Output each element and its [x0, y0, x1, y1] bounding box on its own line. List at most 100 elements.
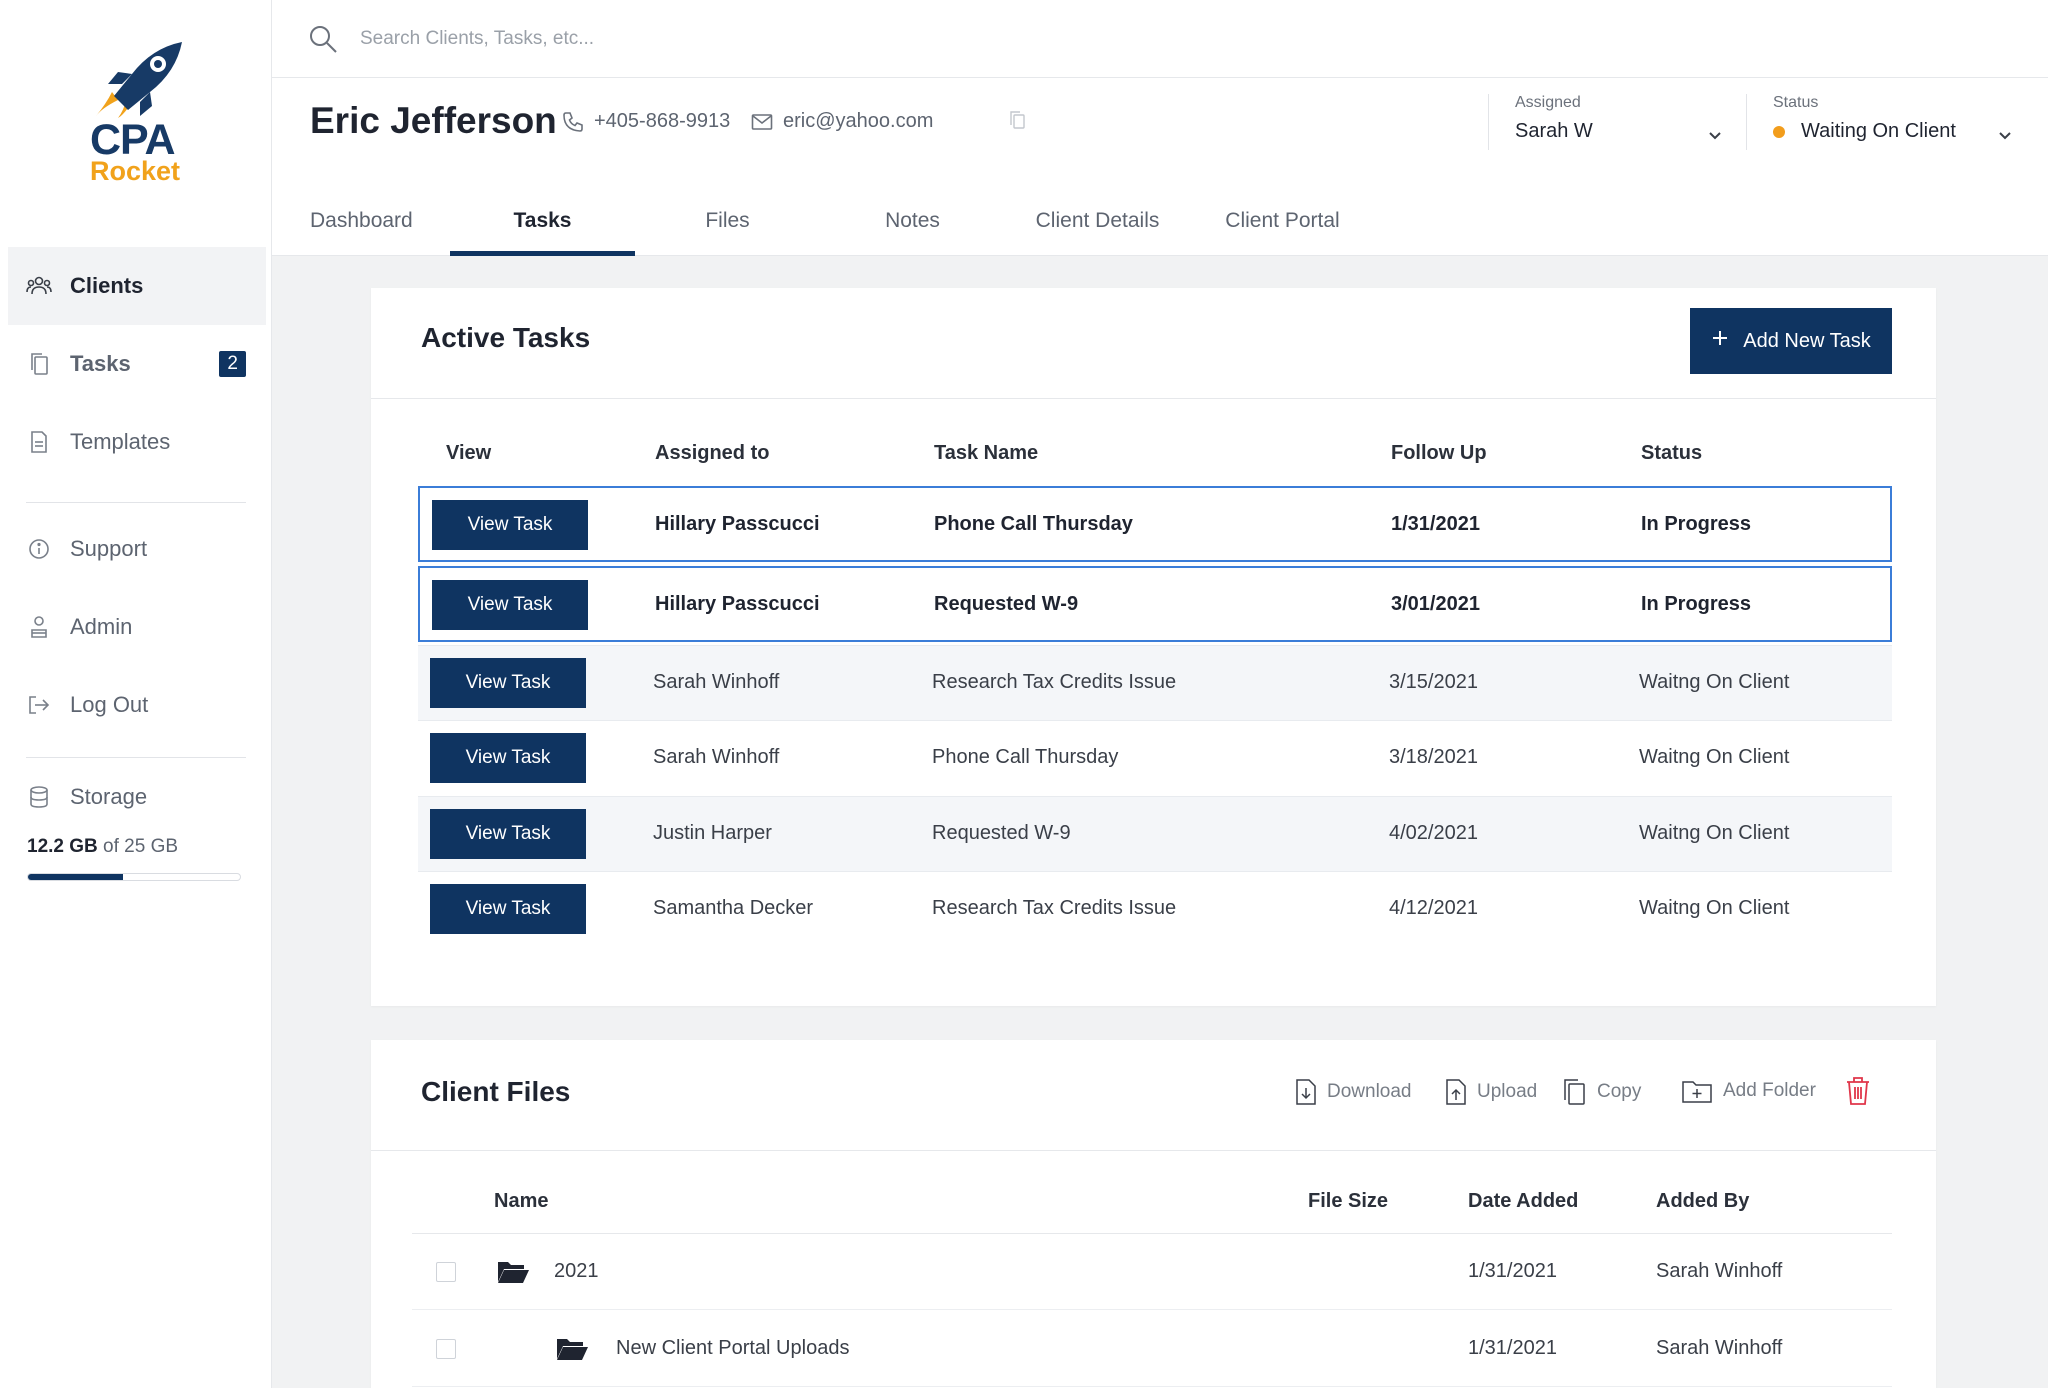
table-row[interactable]: View Task Justin Harper Requested W-9 4/… [418, 796, 1892, 872]
file-row[interactable]: 2021 1/31/2021 Sarah Winhoff [412, 1234, 1892, 1310]
email-icon [751, 113, 773, 131]
copy-button[interactable]: Copy [1561, 1078, 1641, 1106]
search-icon [308, 24, 338, 59]
row-checkbox[interactable] [436, 1339, 456, 1359]
chevron-down-icon [1708, 128, 1722, 146]
client-phone-text: +405-868-9913 [594, 110, 731, 132]
sidebar-item-storage[interactable]: Storage [8, 758, 266, 836]
tab-files[interactable]: Files [635, 196, 820, 256]
row-checkbox[interactable] [436, 1262, 456, 1282]
sidebar-divider [26, 502, 246, 503]
task-follow-up: 3/18/2021 [1389, 746, 1478, 768]
table-row[interactable]: View Task Hillary Passcucci Phone Call T… [418, 486, 1892, 562]
client-email-text: eric@yahoo.com [783, 110, 934, 132]
copy-icon[interactable] [1008, 110, 1026, 135]
rocket-icon [96, 42, 182, 118]
sidebar-item-label: Storage [70, 784, 148, 809]
sidebar-item-tasks[interactable]: Tasks 2 [8, 325, 266, 403]
column-header-view: View [446, 442, 492, 464]
folder-open-icon [555, 1337, 589, 1366]
upload-button[interactable]: Upload [1445, 1078, 1537, 1106]
cpa-rocket-logo[interactable]: CPA Rocket [84, 38, 184, 188]
view-task-button[interactable]: View Task [430, 733, 586, 783]
view-task-button[interactable]: View Task [430, 884, 586, 934]
sidebar-item-admin[interactable]: Admin [8, 588, 266, 666]
view-task-button[interactable]: View Task [430, 658, 586, 708]
sidebar-item-logout[interactable]: Log Out [8, 666, 266, 744]
file-date-added: 1/31/2021 [1468, 1260, 1557, 1282]
task-status: In Progress [1641, 513, 1752, 535]
storage-progress-bar [27, 873, 241, 881]
tab-client-details[interactable]: Client Details [1005, 196, 1190, 256]
tab-dashboard[interactable]: Dashboard [310, 196, 450, 256]
download-button[interactable]: Download [1295, 1078, 1412, 1106]
active-tasks-title: Active Tasks [421, 322, 591, 353]
table-row[interactable]: View Task Hillary Passcucci Requested W-… [418, 566, 1892, 642]
task-assigned: Hillary Passcucci [655, 513, 820, 535]
trash-icon[interactable] [1845, 1076, 1871, 1111]
template-icon [26, 429, 52, 455]
client-files-panel: Client Files Download Upload Copy Add Fo… [371, 1040, 1936, 1388]
task-status: Waitng On Client [1639, 897, 1790, 919]
phone-icon [562, 111, 584, 133]
task-name: Requested W-9 [934, 593, 1079, 615]
task-status: Waitng On Client [1639, 746, 1790, 768]
upload-label: Upload [1477, 1081, 1538, 1102]
storage-total: of 25 GB [103, 836, 179, 857]
status-dot [1773, 125, 1785, 138]
client-phone[interactable]: +405-868-9913 [562, 110, 730, 133]
task-assigned: Sarah Winhoff [653, 671, 780, 693]
column-header-date-added[interactable]: Date Added [1468, 1190, 1578, 1213]
tab-client-portal[interactable]: Client Portal [1190, 196, 1375, 256]
assigned-dropdown[interactable]: Assigned Sarah W [1488, 94, 1736, 150]
table-row[interactable]: View Task Sarah Winhoff Research Tax Cre… [418, 645, 1892, 721]
task-status: Waitng On Client [1639, 822, 1790, 844]
assigned-label: Assigned [1515, 94, 1581, 111]
sidebar-item-templates[interactable]: Templates [8, 403, 266, 481]
view-task-button[interactable]: View Task [430, 809, 586, 859]
file-added-by: Sarah Winhoff [1656, 1337, 1783, 1359]
documents-icon [26, 351, 52, 377]
table-row[interactable]: View Task Sarah Winhoff Phone Call Thurs… [418, 721, 1892, 797]
active-tasks-panel: Active Tasks Add New Task View Assigned … [371, 288, 1936, 1006]
client-files-title: Client Files [421, 1076, 571, 1107]
search-input[interactable] [360, 22, 1060, 56]
table-row[interactable]: View Task Samantha Decker Research Tax C… [418, 872, 1892, 948]
chevron-down-icon [1998, 128, 2012, 146]
tab-notes[interactable]: Notes [820, 196, 1005, 256]
add-folder-button[interactable]: Add Folder [1681, 1078, 1816, 1104]
tab-tasks[interactable]: Tasks [450, 196, 635, 256]
top-search-bar [272, 0, 2048, 78]
sidebar-item-label: Log Out [70, 692, 149, 717]
view-task-button[interactable]: View Task [432, 580, 588, 630]
download-icon [1295, 1078, 1317, 1106]
folder-open-icon [496, 1260, 530, 1289]
add-new-task-label: Add New Task [1743, 329, 1871, 352]
column-header-follow-up[interactable]: Follow Up [1391, 442, 1487, 465]
upload-icon [1445, 1078, 1467, 1106]
view-task-button[interactable]: View Task [432, 500, 588, 550]
sidebar-item-clients[interactable]: Clients [8, 247, 266, 325]
column-header-added-by[interactable]: Added By [1656, 1190, 1749, 1213]
client-email[interactable]: eric@yahoo.com [751, 110, 933, 133]
column-header-task-name[interactable]: Task Name [934, 442, 1038, 465]
task-follow-up: 3/15/2021 [1389, 671, 1478, 693]
task-status: In Progress [1641, 593, 1752, 615]
add-new-task-button[interactable]: Add New Task [1690, 308, 1892, 374]
client-header: Eric Jefferson +405-868-9913 eric@yahoo.… [272, 78, 2048, 256]
column-header-file-size[interactable]: File Size [1308, 1190, 1388, 1213]
task-assigned: Justin Harper [653, 822, 772, 844]
plus-icon [1711, 329, 1729, 353]
status-dropdown[interactable]: Status Waiting On Client [1746, 94, 2026, 150]
sidebar-item-label: Tasks [70, 351, 131, 376]
assigned-value: Sarah W [1515, 120, 1593, 142]
file-name: New Client Portal Uploads [616, 1337, 850, 1359]
column-header-status[interactable]: Status [1641, 442, 1702, 465]
task-name: Research Tax Credits Issue [932, 897, 1177, 919]
file-row[interactable]: New Client Portal Uploads 1/31/2021 Sara… [412, 1311, 1892, 1387]
column-header-name[interactable]: Name [494, 1190, 548, 1213]
copy-files-icon [1561, 1078, 1587, 1106]
status-value: Waiting On Client [1801, 120, 1956, 142]
sidebar-item-support[interactable]: Support [8, 510, 266, 588]
add-folder-icon [1681, 1078, 1713, 1104]
